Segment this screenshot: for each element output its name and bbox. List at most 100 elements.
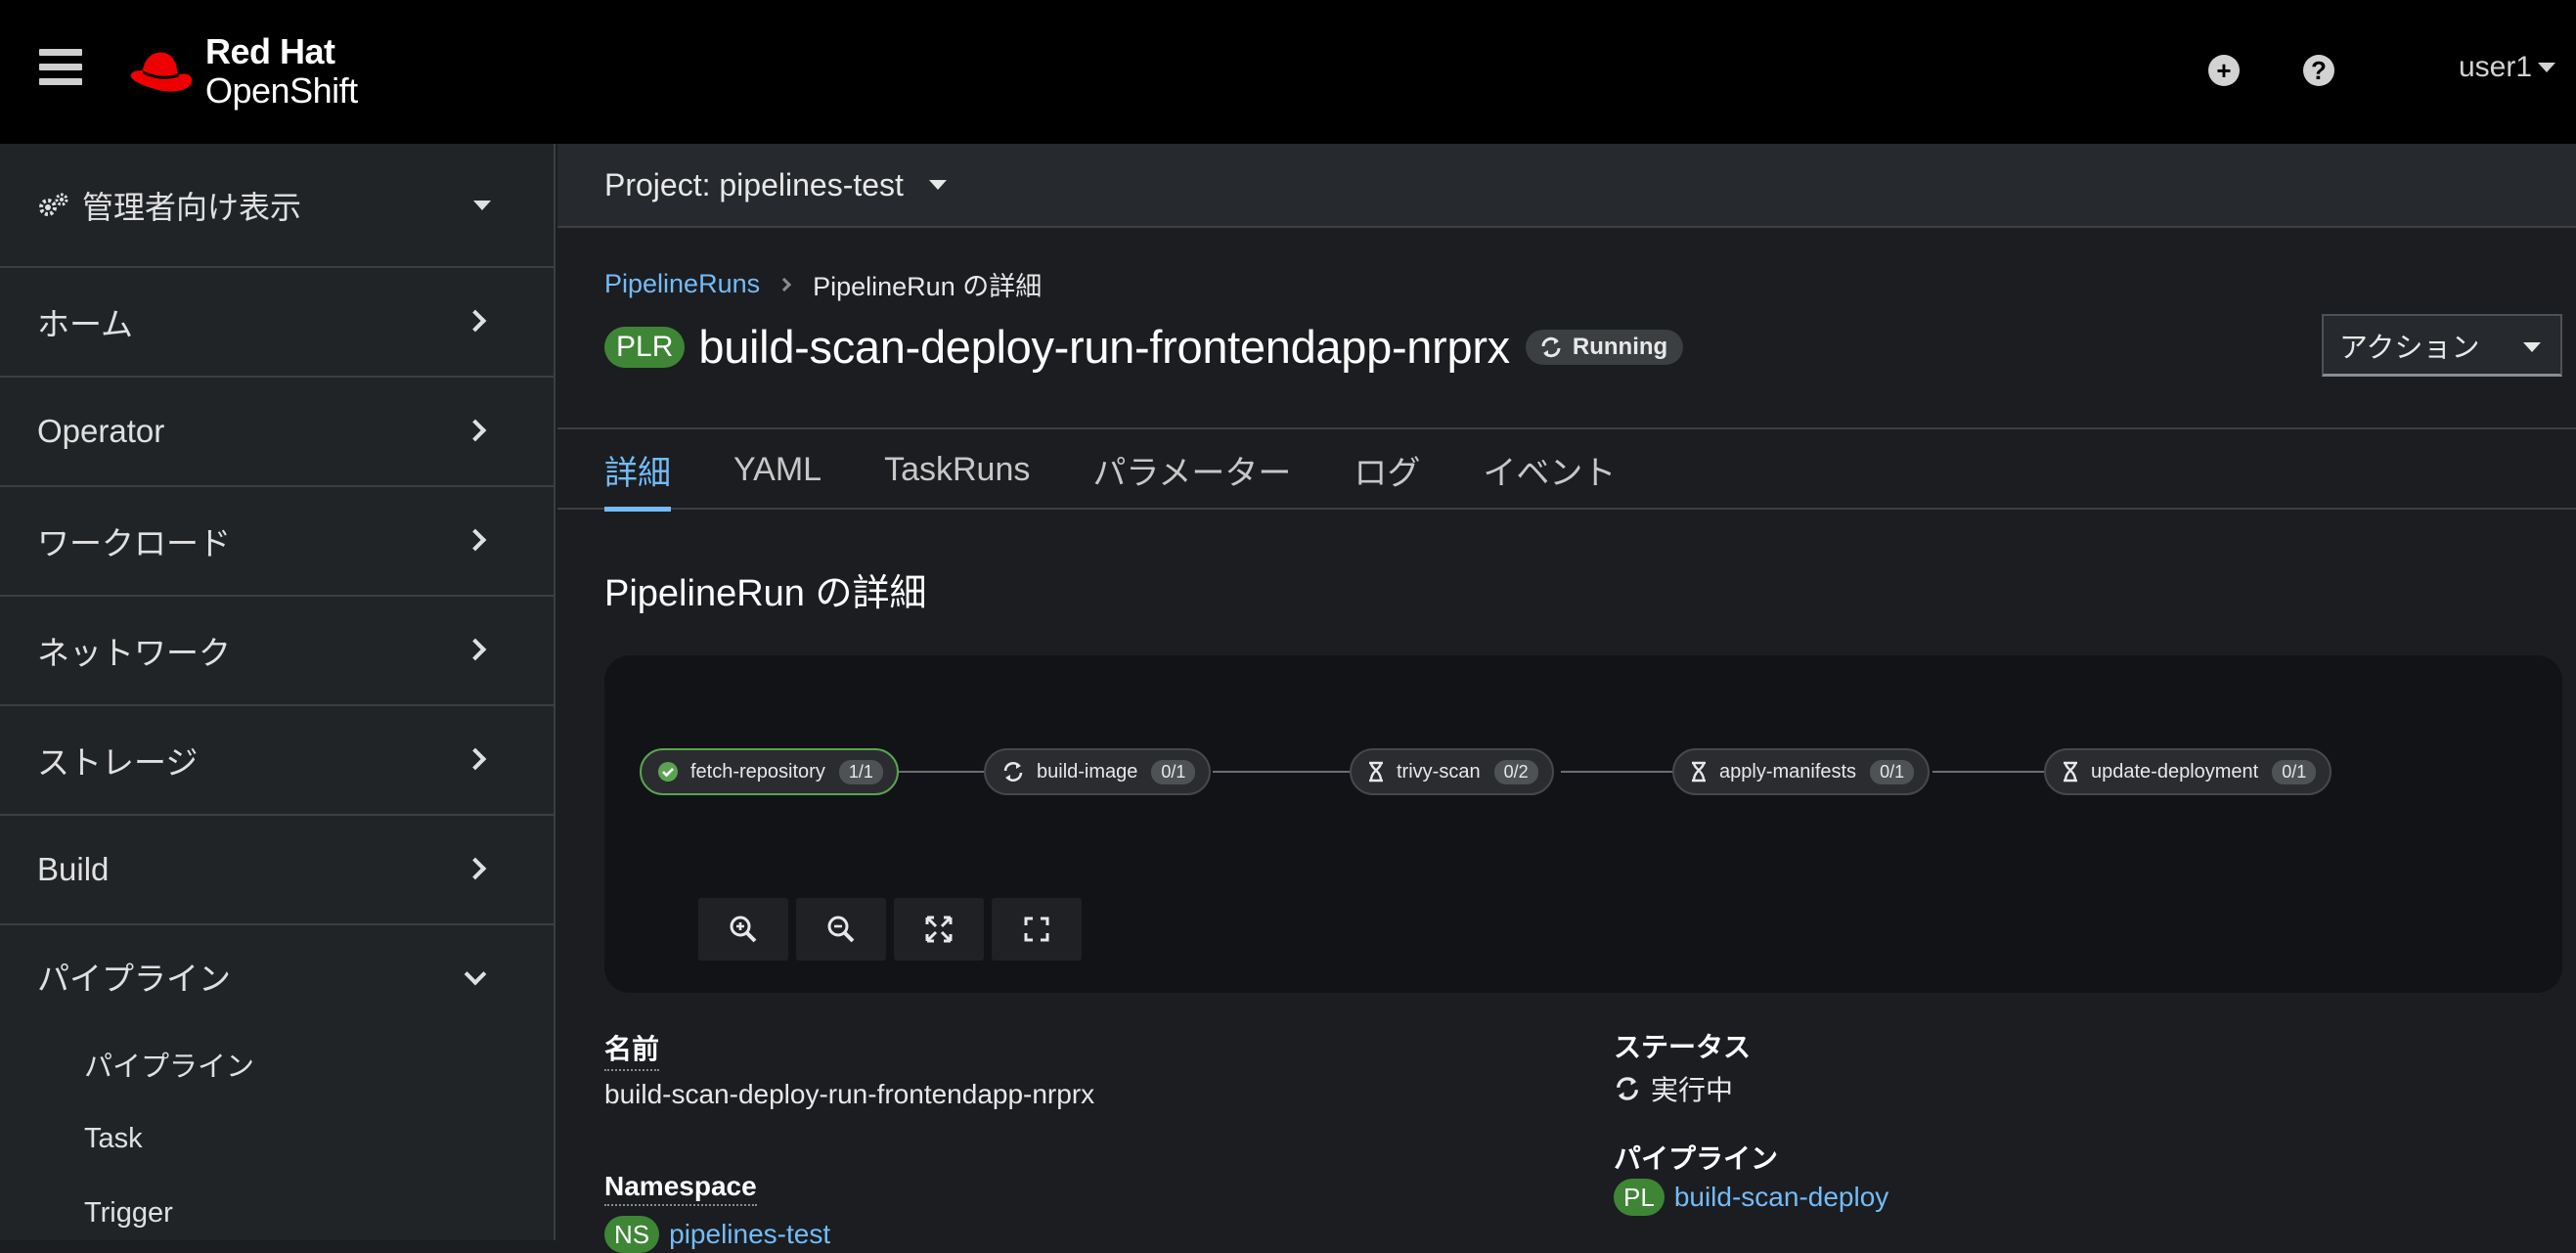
sidebar-item-label: ホーム [37,306,134,342]
sidebar-item-home[interactable]: ホーム [0,268,554,378]
page-header: PLR build-scan-deploy-run-frontendapp-nr… [604,320,1684,374]
sidebar-item-networking[interactable]: ネットワーク [0,597,554,706]
task-count: 0/1 [1151,759,1196,784]
pipeline-task-trivy-scan[interactable]: trivy-scan 0/2 [1350,748,1554,795]
namespace-label: Namespace [604,1171,757,1206]
chevron-down-icon [464,962,487,986]
task-name: trivy-scan [1397,760,1481,783]
sidebar-subitem-pipelines[interactable]: パイプライン [0,1027,554,1101]
actions-dropdown[interactable]: アクション [2322,314,2562,377]
plus-circle-icon[interactable]: + [2208,55,2240,86]
sidebar-item-label: ネットワーク [37,635,231,671]
reset-view-button[interactable] [992,898,1082,961]
sidebar-item-workloads[interactable]: ワークロード [0,487,554,597]
caret-down-icon [928,180,947,190]
hourglass-icon [1690,761,1708,783]
pipeline-task-apply-manifests[interactable]: apply-manifests 0/1 [1672,748,1931,795]
task-count: 1/1 [838,759,883,784]
pipeline-task-update-deployment[interactable]: update-deployment 0/1 [2044,748,2332,795]
sidebar-item-pipelines[interactable]: パイプライン [0,925,554,1027]
namespace-badge: NS [604,1216,660,1253]
actions-label: アクション [2339,332,2480,364]
pipeline-task-fetch-repository[interactable]: fetch-repository 1/1 [640,748,899,795]
tab-logs[interactable]: ログ [1354,429,1420,510]
tab-parameters[interactable]: パラメーター [1092,429,1291,510]
sidebar-item-operator[interactable]: Operator [0,378,554,487]
sync-icon [1541,336,1561,357]
task-count: 0/1 [1870,759,1915,784]
caret-down-icon [2538,63,2556,72]
cogs-icon [39,193,68,216]
pipeline-task-build-image[interactable]: build-image 0/1 [984,748,1212,795]
chevron-right-icon [464,528,487,552]
brand-logo[interactable]: Red Hat OpenShift [129,27,358,115]
chevron-right-icon [464,419,487,442]
status-label: ステータス [1614,1032,1752,1062]
sidebar: 管理者向け表示 ホーム Operator ワークロード ネットワーク ストレージ… [0,144,555,1240]
hourglass-icon [1367,761,1385,783]
chevron-right-icon [777,277,792,291]
sync-icon [1617,1077,1638,1100]
pipeline-badge: PL [1614,1179,1665,1216]
chevron-right-icon [464,747,487,771]
sidebar-item-build[interactable]: Build [0,816,554,925]
sidebar-subitem-trigger[interactable]: Trigger [0,1176,554,1250]
tab-events[interactable]: イベント [1483,429,1616,510]
hamburger-menu-icon[interactable] [39,49,82,92]
tab-taskruns[interactable]: TaskRuns [884,429,1030,510]
task-count: 0/2 [1493,759,1538,784]
breadcrumb-current: PipelineRun の詳細 [813,272,1043,301]
pipeline-graph: fetch-repository 1/1 build-image 0/1 tri… [604,655,2562,993]
pipeline-value: PL build-scan-deploy [1614,1179,1888,1216]
sidebar-subitem-task[interactable]: Task [0,1101,554,1176]
tab-details[interactable]: 詳細 [604,429,671,512]
brand-name: Red Hat [205,31,335,71]
resource-badge: PLR [604,326,686,368]
sidebar-item-label: Build [37,851,110,887]
redhat-fedora-icon [130,52,193,92]
perspective-label: 管理者向け表示 [82,189,302,225]
sidebar-item-storage[interactable]: ストレージ [0,706,554,816]
perspective-switcher[interactable]: 管理者向け表示 [0,144,554,268]
masthead: Red Hat OpenShift + ? user1 [0,0,2576,144]
status-text: 実行中 [1651,1075,1734,1105]
section-title: PipelineRun の詳細 [604,573,927,614]
hourglass-icon [2062,761,2079,783]
sidebar-item-label: ワークロード [37,525,231,561]
zoom-out-icon [827,916,855,943]
chevron-right-icon [464,857,487,880]
expand-arrows-icon [925,916,953,943]
status-badge: Running [1525,329,1684,365]
sync-icon [1001,760,1025,783]
user-name: user1 [2459,51,2533,83]
zoom-in-icon [730,916,757,943]
question-circle-icon[interactable]: ? [2303,55,2334,86]
namespace-link[interactable]: pipelines-test [669,1219,830,1250]
breadcrumb: PipelineRuns PipelineRun の詳細 [604,265,1042,303]
project-selector[interactable]: Project: pipelines-test [557,144,2576,228]
user-menu[interactable]: user1 [2459,51,2556,84]
sidebar-item-label: Operator [37,413,165,449]
chevron-right-icon [464,638,487,661]
status-value: 実行中 [1614,1069,1733,1108]
status-text: Running [1572,333,1668,360]
task-name: apply-manifests [1719,760,1857,783]
tab-yaml[interactable]: YAML [733,429,822,510]
fit-to-screen-button[interactable] [894,898,984,961]
expand-icon [1024,917,1049,942]
project-label: Project: pipelines-test [604,166,904,202]
tab-bar: 詳細 YAML TaskRuns パラメーター ログ イベント [557,427,2576,512]
pipeline-link[interactable]: build-scan-deploy [1674,1182,1888,1213]
pipeline-label: パイプライン [1614,1143,1779,1174]
task-count: 0/1 [2272,759,2317,784]
check-circle-icon [657,761,679,783]
breadcrumb-pipelineruns-link[interactable]: PipelineRuns [604,269,760,299]
caret-down-icon [473,201,491,210]
task-name: update-deployment [2091,760,2259,783]
task-name: build-image [1037,760,1138,783]
zoom-in-button[interactable] [698,898,788,961]
namespace-value: NS pipelines-test [604,1216,830,1253]
zoom-out-button[interactable] [796,898,886,961]
main-content: Project: pipelines-test PipelineRuns Pip… [557,144,2576,1253]
name-value: build-scan-deploy-run-frontendapp-nrprx [604,1079,1095,1109]
